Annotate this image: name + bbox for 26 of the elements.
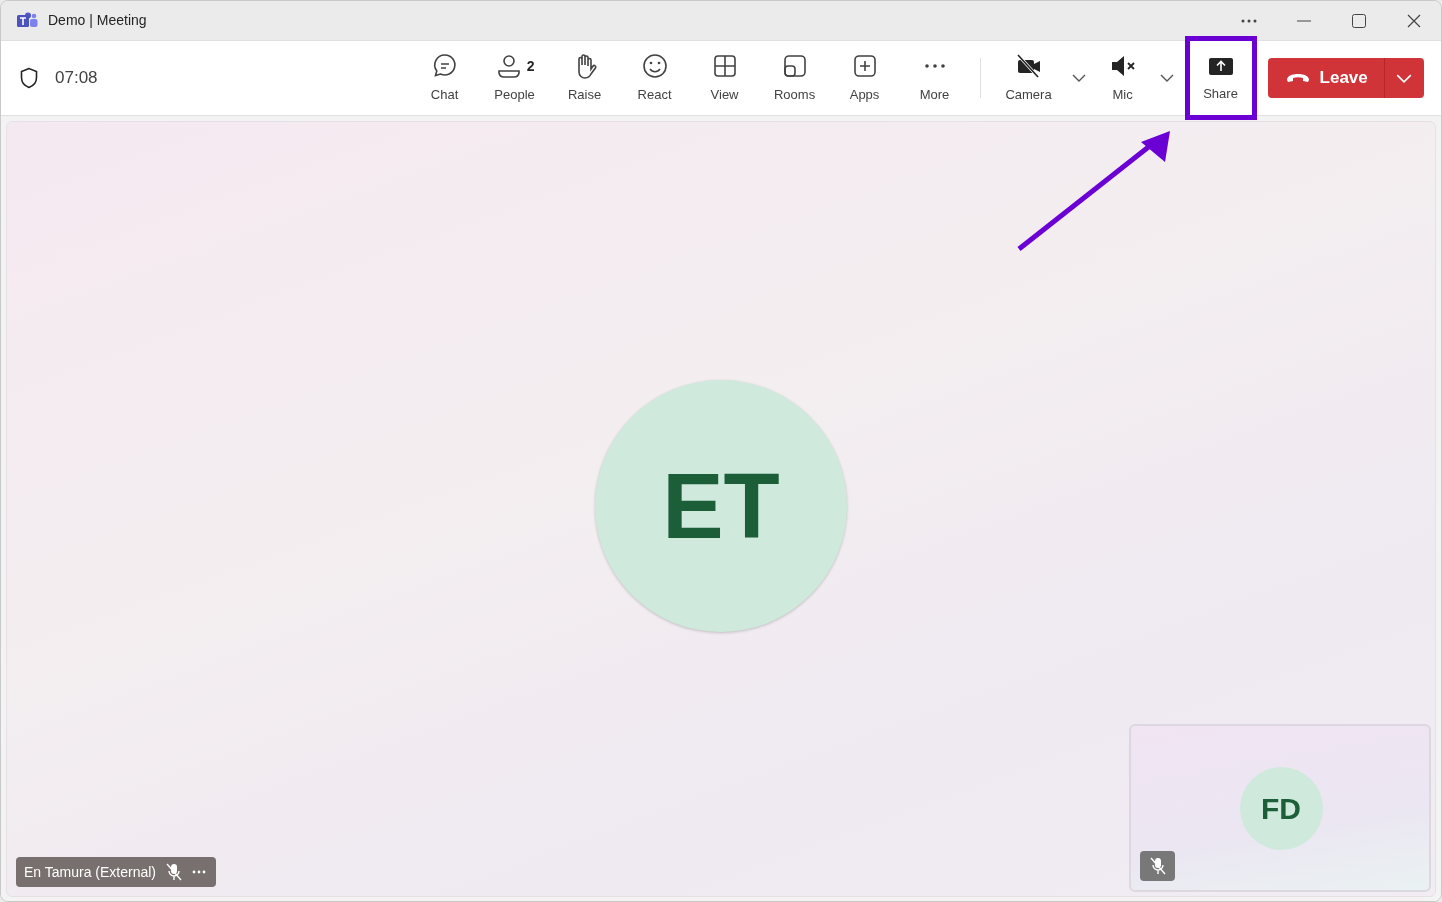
view-button[interactable]: View (689, 43, 760, 113)
phone-hangup-icon (1285, 73, 1310, 83)
more-options-icon[interactable] (192, 870, 206, 874)
rooms-button[interactable]: Rooms (759, 43, 830, 113)
participant-avatar: ET (595, 380, 847, 632)
mic-button[interactable]: Mic (1090, 43, 1155, 113)
share-button[interactable]: Share (1184, 36, 1257, 120)
self-avatar: FD (1239, 766, 1323, 850)
participant-name: En Tamura (External) (24, 862, 156, 882)
raise-button[interactable]: Raise (549, 43, 620, 113)
meeting-timer: 07:08 (55, 67, 98, 90)
window-title: Demo | Meeting (48, 11, 147, 30)
more-button[interactable]: More (899, 43, 970, 113)
smiley-icon (640, 52, 669, 81)
chat-button[interactable]: Chat (409, 43, 480, 113)
teams-logo-icon (17, 12, 38, 29)
mic-off-icon (166, 863, 182, 881)
apps-button[interactable]: Apps (829, 43, 900, 113)
shield-icon (19, 67, 39, 89)
more-icon (924, 64, 945, 69)
mic-off-icon (1149, 857, 1166, 875)
mic-off-button[interactable] (1140, 851, 1175, 881)
react-button[interactable]: React (619, 43, 690, 113)
people-count: 2 (526, 56, 535, 76)
people-button[interactable]: 2 People (479, 43, 550, 113)
camera-button[interactable]: Camera (990, 43, 1067, 113)
